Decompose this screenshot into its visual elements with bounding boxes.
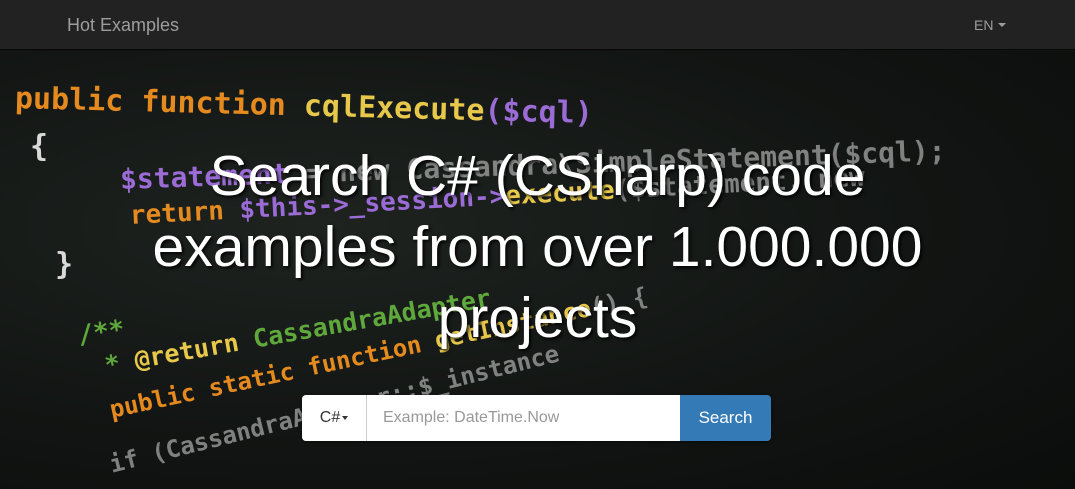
brand-link[interactable]: Hot Examples	[67, 15, 179, 36]
search-input[interactable]	[367, 395, 680, 441]
language-label: EN	[974, 17, 994, 33]
background-code-line: }	[55, 247, 74, 282]
caret-down-icon	[998, 23, 1007, 27]
background-code-line: public function cqlExecute($cql)	[14, 81, 594, 132]
language-select-label: C#	[319, 409, 341, 426]
page-title: Search C# (CSharp) code examples from ov…	[152, 144, 923, 350]
hero-section: public function cqlExecute($cql) { $stat…	[0, 51, 1075, 489]
caret-down-icon	[342, 416, 349, 420]
search-button[interactable]: Search	[680, 395, 771, 441]
language-select[interactable]: C#	[302, 395, 367, 441]
search-form: C# Search	[302, 395, 771, 441]
background-code-line: {	[30, 129, 49, 164]
navbar: Hot Examples EN	[0, 0, 1075, 50]
language-dropdown[interactable]: EN	[974, 17, 1007, 33]
